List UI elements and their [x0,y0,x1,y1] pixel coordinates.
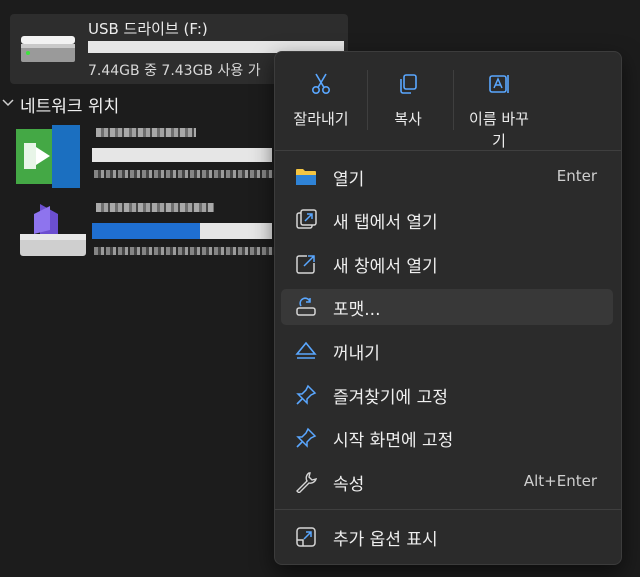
blurred-label [96,203,214,212]
format-icon [296,297,316,316]
format-label: 포맷... [333,300,381,320]
properties-item[interactable]: 속성 Alt+Enter [281,464,613,500]
properties-shortcut: Alt+Enter [523,472,597,490]
pin-icon [296,427,317,448]
chevron-down-icon[interactable] [2,97,14,113]
pin-quick-access-label: 즐겨찾기에 고정 [333,388,448,408]
cut-button[interactable]: 잘라내기 [281,64,361,148]
properties-label: 속성 [333,475,365,495]
wrench-icon [296,472,317,493]
more-options-icon [296,527,316,547]
network-usage-bar [92,148,272,162]
cut-label: 잘라내기 [293,110,349,128]
new-tab-icon [296,209,317,229]
folder-icon [296,169,316,185]
open-new-tab-item[interactable]: 새 탭에서 열기 [281,202,613,238]
eject-label: 꺼내기 [333,344,380,364]
copy-icon [400,74,417,94]
format-item[interactable]: 포맷... [281,289,613,325]
divider [275,509,621,510]
open-item[interactable]: 열기 Enter [281,159,613,195]
divider [275,150,621,151]
eject-icon [295,341,317,359]
context-menu: 잘라내기 복사 이름 바꾸 기 열기 Enter 새 탭에서 열기 새 창에서 … [274,51,622,565]
network-section-title: 네트워크 위치 [20,97,120,117]
rename-button[interactable]: 이름 바꾸 기 [455,64,543,150]
new-window-icon [296,255,315,274]
drive-space-text: 7.44GB 중 7.43GB 사용 가 [88,63,261,79]
open-shortcut: Enter [556,167,597,185]
rename-icon [489,75,509,93]
more-options-item[interactable]: 추가 옵션 표시 [281,519,613,555]
drive-name: USB 드라이브 (F:) [88,20,208,38]
network-usage-fill [92,223,200,239]
open-new-tab-label: 새 탭에서 열기 [333,213,438,233]
copy-label: 복사 [394,110,422,128]
blurred-label [96,128,196,137]
network-share-icon[interactable] [16,125,80,188]
pin-start-label: 시작 화면에 고정 [333,431,454,451]
copy-button[interactable]: 복사 [368,64,448,148]
drive-icon [21,36,75,62]
pin-quick-access-item[interactable]: 즐겨찾기에 고정 [281,377,613,413]
open-new-window-item[interactable]: 새 창에서 열기 [281,246,613,282]
open-label: 열기 [333,170,365,190]
blurred-label [94,170,274,178]
more-options-label: 추가 옵션 표시 [333,530,438,550]
blurred-label [94,247,274,255]
pin-start-item[interactable]: 시작 화면에 고정 [281,420,613,456]
pin-icon [296,384,317,405]
scissors-icon [311,73,331,95]
eject-item[interactable]: 꺼내기 [281,333,613,369]
rename-label: 이름 바꾸 기 [469,110,529,150]
divider [453,70,454,130]
network-drive-icon[interactable] [14,200,92,260]
open-new-window-label: 새 창에서 열기 [333,257,438,277]
